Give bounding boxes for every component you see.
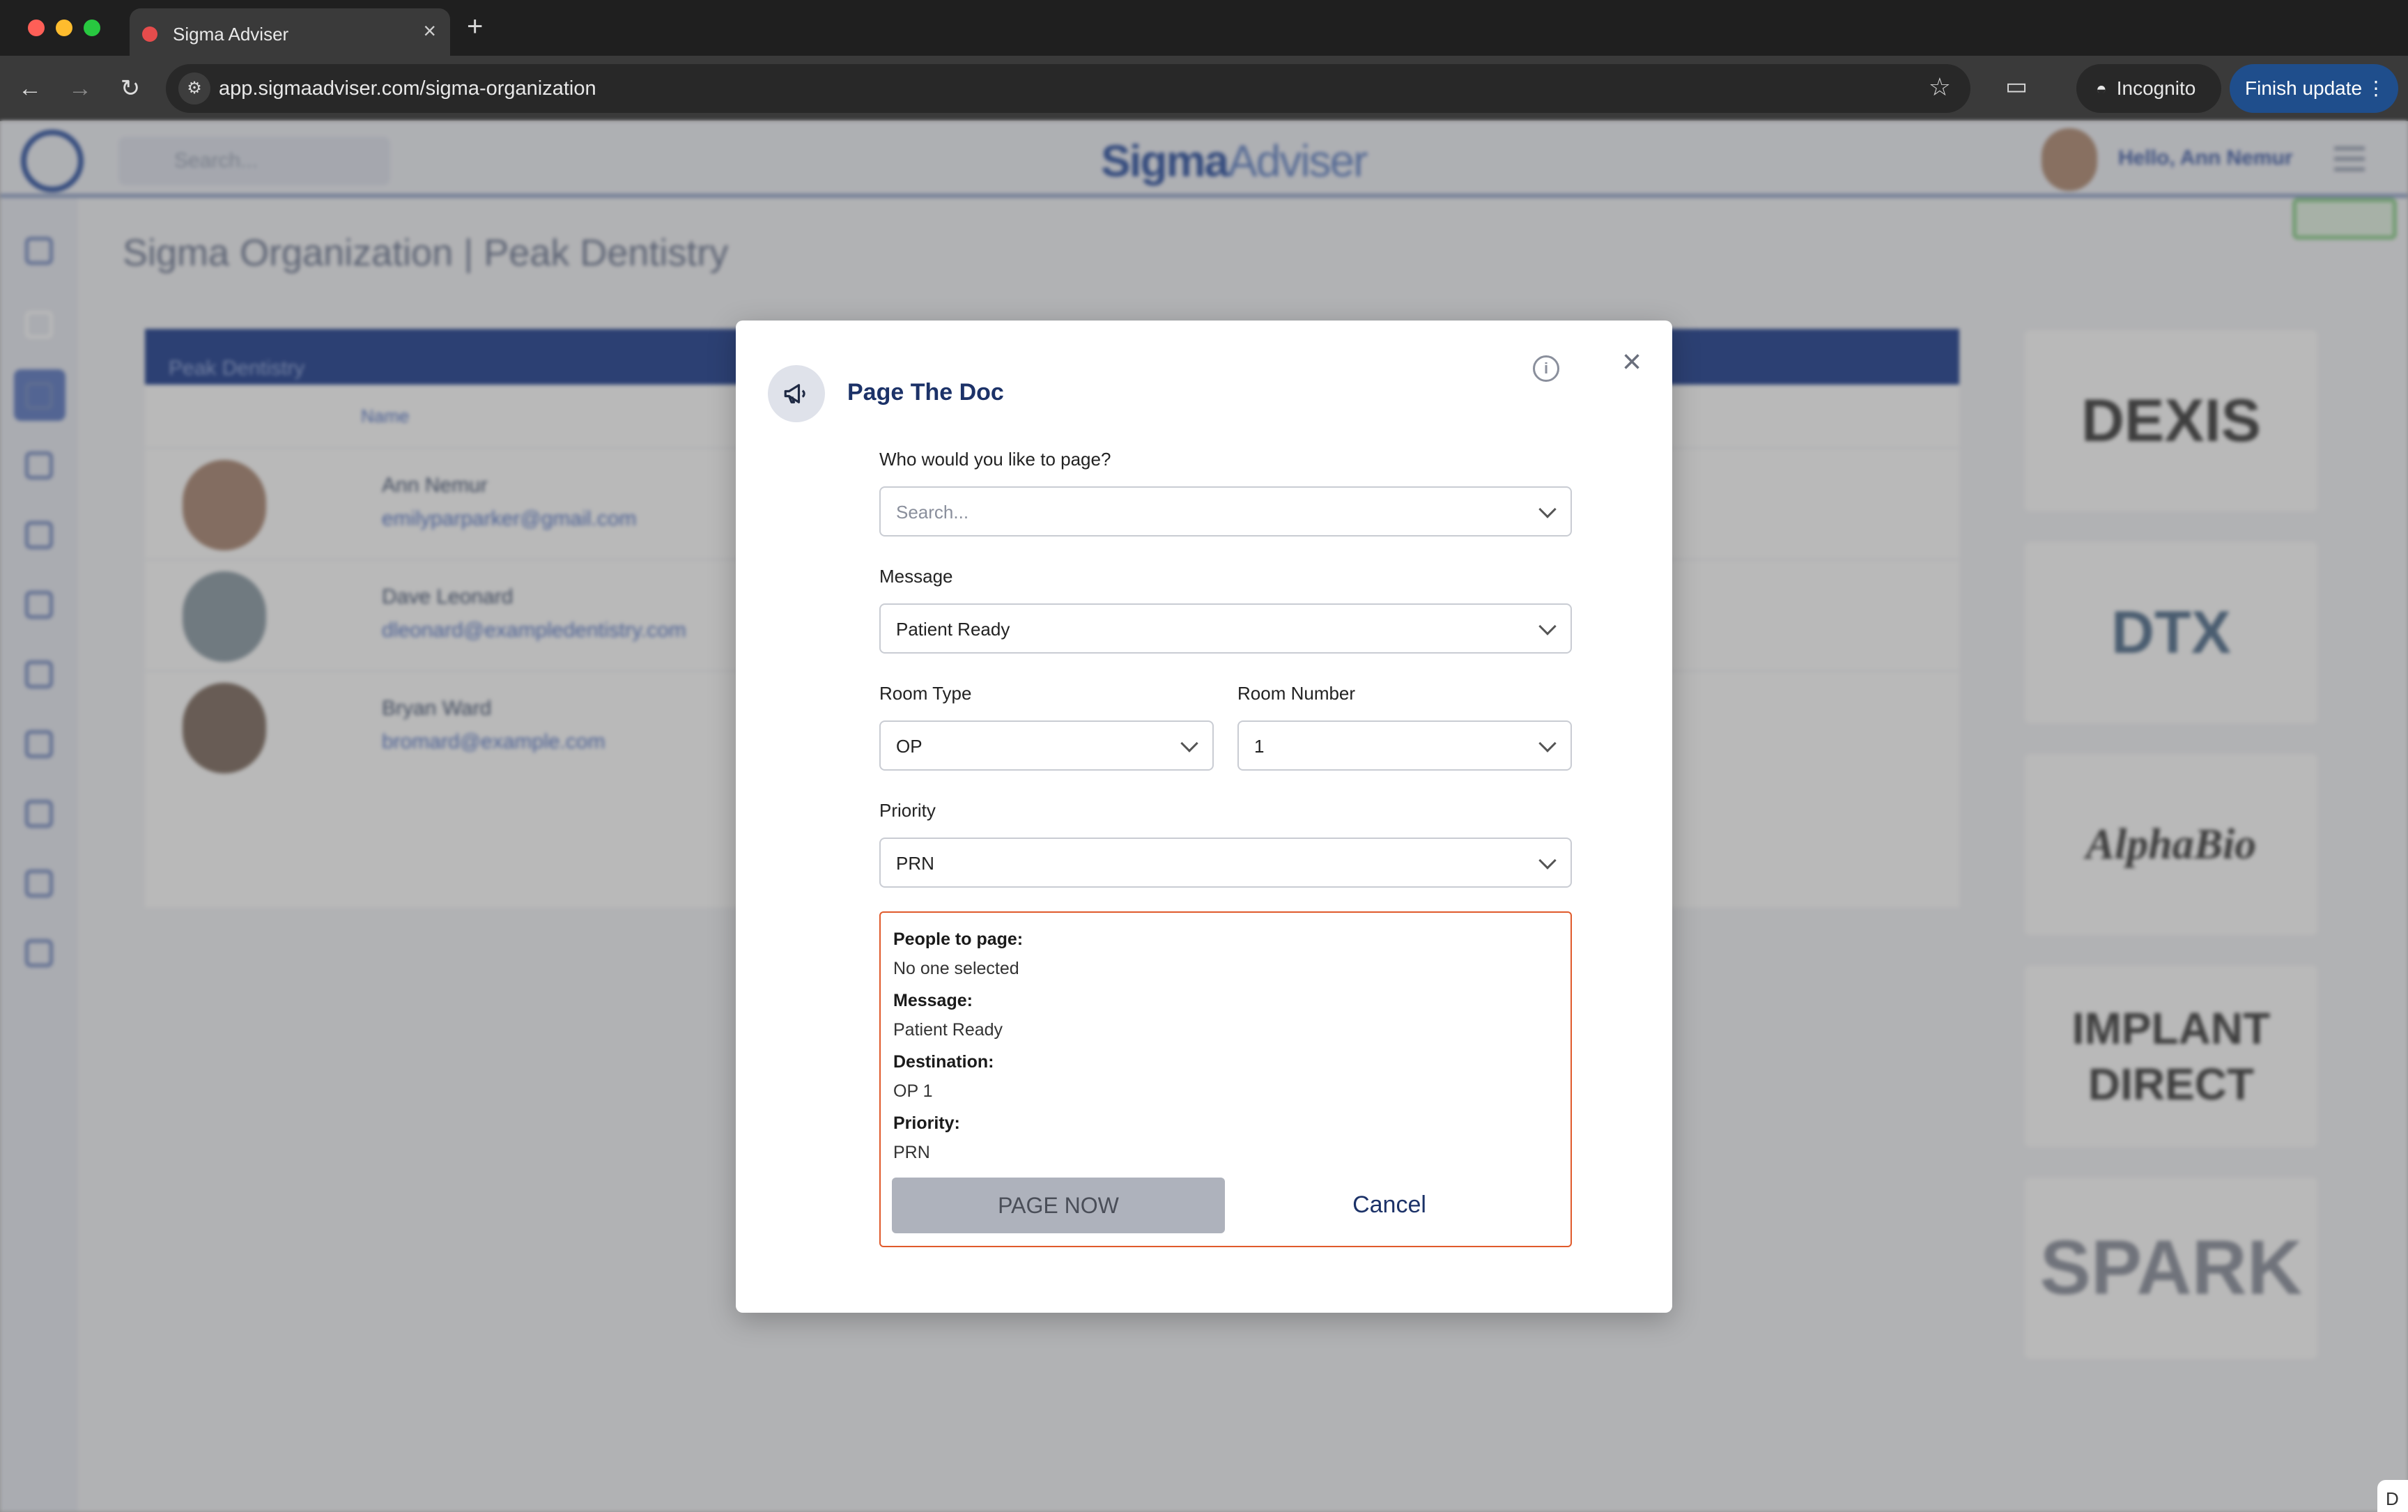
message-select[interactable]: Patient Ready <box>879 603 1572 654</box>
incognito-indicator[interactable]: ◓ Incognito <box>2076 64 2221 113</box>
browser-tab[interactable]: Sigma Adviser × <box>130 8 450 56</box>
cancel-button[interactable]: Cancel <box>1320 1191 1459 1219</box>
who-to-page-placeholder: Search... <box>896 502 969 523</box>
close-icon[interactable]: × <box>1616 346 1647 379</box>
page-summary-box: People to page: No one selected Message:… <box>879 911 1572 1247</box>
priority-select[interactable]: PRN <box>879 838 1572 888</box>
room-type-select[interactable]: OP <box>879 720 1214 771</box>
close-tab-icon[interactable]: × <box>423 20 436 42</box>
close-window-button[interactable] <box>28 20 45 36</box>
who-label: Who would you like to page? <box>879 449 1111 470</box>
summary-priority-value: PRN <box>893 1143 930 1162</box>
summary-priority-label: Priority: <box>893 1113 960 1133</box>
chevron-down-icon <box>1538 500 1557 518</box>
priority-label: Priority <box>879 800 936 821</box>
tab-title: Sigma Adviser <box>173 24 289 45</box>
browser-toolbar: ← → ↻ ⚙ app.sigmaadviser.com/sigma-organ… <box>0 56 2408 121</box>
finish-update-label: Finish update <box>2245 77 2363 99</box>
tab-search-icon[interactable]: ▭ <box>2005 72 2028 100</box>
summary-people-value: No one selected <box>893 959 1019 978</box>
incognito-label: Incognito <box>2116 77 2196 99</box>
finish-update-button[interactable]: Finish update ⋮ <box>2230 64 2398 113</box>
room-number-label: Room Number <box>1237 683 1356 704</box>
message-value: Patient Ready <box>896 619 1010 640</box>
address-bar[interactable]: ⚙ app.sigmaadviser.com/sigma-organizatio… <box>166 64 1970 113</box>
new-tab-icon[interactable]: + <box>467 11 483 42</box>
message-label: Message <box>879 566 953 587</box>
url-text[interactable]: app.sigmaadviser.com/sigma-organization <box>219 77 596 100</box>
room-type-label: Room Type <box>879 683 972 704</box>
room-number-value: 1 <box>1254 736 1265 757</box>
info-icon[interactable]: i <box>1533 355 1559 382</box>
forward-icon[interactable]: → <box>63 71 98 106</box>
bookmark-star-icon[interactable]: ☆ <box>1929 72 1951 102</box>
more-menu-icon[interactable]: ⋮ <box>2366 64 2386 113</box>
summary-destination-value: OP 1 <box>893 1081 933 1101</box>
chevron-down-icon <box>1538 617 1557 635</box>
summary-people-label: People to page: <box>893 929 1024 949</box>
chevron-down-icon <box>1538 851 1557 870</box>
maximize-window-button[interactable] <box>84 20 100 36</box>
favicon-icon <box>142 26 157 42</box>
back-icon[interactable]: ← <box>13 71 47 106</box>
page-the-doc-modal: Page The Doc i × Who would you like to p… <box>736 321 1672 1313</box>
summary-destination-label: Destination: <box>893 1052 994 1072</box>
who-to-page-select[interactable]: Search... <box>879 486 1572 537</box>
megaphone-icon <box>768 365 825 422</box>
incognito-icon: ◓ <box>2096 78 2107 99</box>
reload-icon[interactable]: ↻ <box>113 71 148 106</box>
page-now-button[interactable]: PAGE NOW <box>892 1178 1225 1233</box>
priority-value: PRN <box>896 853 934 874</box>
minimize-window-button[interactable] <box>56 20 72 36</box>
summary-message-label: Message: <box>893 991 973 1010</box>
chevron-down-icon <box>1538 734 1557 753</box>
room-type-value: OP <box>896 736 923 757</box>
room-number-select[interactable]: 1 <box>1237 720 1572 771</box>
chevron-down-icon <box>1180 734 1198 753</box>
modal-title: Page The Doc <box>847 379 1004 406</box>
browser-tab-bar: Sigma Adviser × + <box>0 0 2408 56</box>
summary-message-value: Patient Ready <box>893 1020 1003 1040</box>
edge-widget-tab[interactable]: D <box>2377 1480 2408 1512</box>
site-info-icon[interactable]: ⚙ <box>178 72 210 105</box>
